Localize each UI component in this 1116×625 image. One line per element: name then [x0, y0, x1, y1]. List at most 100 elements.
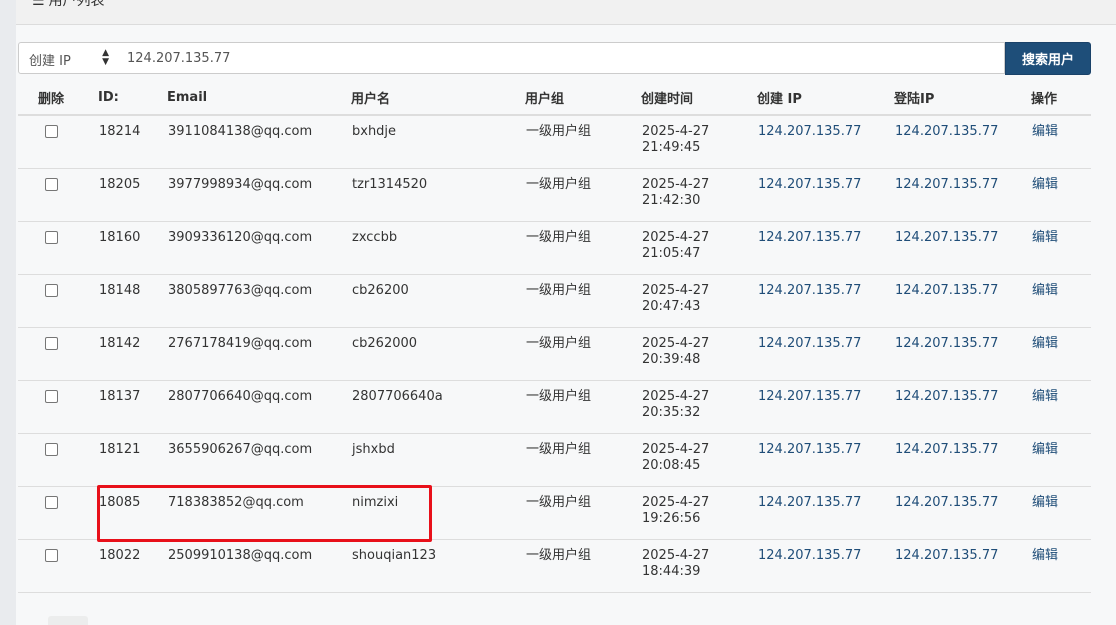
cell-group: 一级用户组: [525, 221, 641, 275]
edit-link[interactable]: 编辑: [1031, 433, 1091, 487]
cell-time: 18:44:39: [642, 563, 701, 579]
cell-date: 2025-4-27: [642, 335, 710, 351]
table-row: 18142 2767178419@qq.com cb262000 一级用户组 2…: [18, 327, 1091, 381]
pagination-stub[interactable]: [48, 616, 88, 625]
table-row: 18148 3805897763@qq.com cb26200 一级用户组 20…: [18, 274, 1091, 328]
edit-link[interactable]: 编辑: [1031, 274, 1091, 328]
table-row: 18160 3909336120@qq.com zxccbb 一级用户组 202…: [18, 221, 1091, 275]
row-delete-checkbox[interactable]: [45, 125, 58, 138]
cell-created-ip: 124.207.135.77: [757, 539, 894, 593]
table-header-row: 删除 ID: Email 用户名 用户组 创建时间 创建 IP 登陆IP 操作: [18, 80, 1091, 116]
cell-username: tzr1314520: [351, 168, 525, 222]
cell-username: shouqian123: [351, 539, 525, 593]
cell-created-ip: 124.207.135.77: [757, 486, 894, 540]
header-created-ip: 创建 IP: [757, 80, 894, 116]
cell-id: 18148: [98, 274, 167, 328]
cell-created-time: 2025-4-27 18:44:39: [641, 539, 757, 593]
cell-username: bxhdje: [351, 115, 525, 169]
cell-created-time: 2025-4-27 21:05:47: [641, 221, 757, 275]
cell-login-ip: 124.207.135.77: [894, 539, 1031, 593]
cell-id: 18121: [98, 433, 167, 487]
edit-link[interactable]: 编辑: [1031, 486, 1091, 540]
cell-email: 3911084138@qq.com: [167, 115, 351, 169]
table-row: 18022 2509910138@qq.com shouqian123 一级用户…: [18, 539, 1091, 593]
cell-date: 2025-4-27: [642, 282, 710, 298]
cell-username: 2807706640a: [351, 380, 525, 434]
edit-link[interactable]: 编辑: [1031, 115, 1091, 169]
cell-id: 18160: [98, 221, 167, 275]
cell-time: 21:49:45: [642, 140, 701, 155]
cell-login-ip: 124.207.135.77: [894, 433, 1031, 487]
panel-heading: ☰ 用户列表: [16, 0, 1116, 25]
cell-date: 2025-4-27: [642, 494, 710, 510]
cell-time: 20:08:45: [642, 457, 701, 473]
table-row: 18121 3655906267@qq.com jshxbd 一级用户组 202…: [18, 433, 1091, 487]
table-row: 18214 3911084138@qq.com bxhdje 一级用户组 202…: [18, 115, 1091, 169]
cell-id: 18142: [98, 327, 167, 381]
cell-username: jshxbd: [351, 433, 525, 487]
cell-created-time: 2025-4-27 20:39:48: [641, 327, 757, 381]
cell-username: cb26200: [351, 274, 525, 328]
cell-username: zxccbb: [351, 221, 525, 275]
cell-created-time: 2025-4-27 19:26:56: [641, 486, 757, 540]
cell-email: 718383852@qq.com: [167, 486, 351, 540]
row-delete-checkbox[interactable]: [45, 230, 58, 244]
cell-group: 一级用户组: [525, 274, 641, 328]
search-bar: 创建 IP ▲▼ 搜索用户: [18, 42, 1091, 76]
cell-group: 一级用户组: [525, 380, 641, 434]
edit-link[interactable]: 编辑: [1031, 221, 1091, 275]
cell-time: 21:05:47: [642, 245, 701, 261]
cell-time: 19:26:56: [642, 510, 701, 526]
cell-login-ip: 124.207.135.77: [894, 115, 1031, 169]
row-delete-checkbox[interactable]: [45, 389, 58, 403]
cell-login-ip: 124.207.135.77: [894, 274, 1031, 328]
row-delete-checkbox[interactable]: [45, 177, 58, 191]
cell-username: nimzixi: [351, 486, 525, 540]
cell-created-time: 2025-4-27 21:49:45: [641, 115, 757, 169]
cell-id: 18085: [98, 486, 167, 540]
cell-created-ip: 124.207.135.77: [757, 221, 894, 275]
table-row: 18137 2807706640@qq.com 2807706640a 一级用户…: [18, 380, 1091, 434]
row-delete-checkbox[interactable]: [45, 283, 58, 297]
cell-login-ip: 124.207.135.77: [894, 221, 1031, 275]
table-row: 18085 718383852@qq.com nimzixi 一级用户组 202…: [18, 486, 1091, 540]
list-icon: ☰: [32, 0, 45, 9]
header-email: Email: [167, 80, 351, 116]
header-username: 用户名: [351, 80, 525, 116]
cell-id: 18022: [98, 539, 167, 593]
row-delete-checkbox[interactable]: [45, 442, 58, 456]
cell-group: 一级用户组: [525, 115, 641, 169]
header-action: 操作: [1031, 80, 1091, 116]
search-field-selected: 创建 IP: [29, 54, 71, 69]
cell-login-ip: 124.207.135.77: [894, 327, 1031, 381]
header-id: ID:: [98, 80, 167, 116]
panel-title: 用户列表: [48, 0, 105, 9]
cell-email: 3977998934@qq.com: [167, 168, 351, 222]
edit-link[interactable]: 编辑: [1031, 327, 1091, 381]
cell-group: 一级用户组: [525, 433, 641, 487]
cell-created-time: 2025-4-27 21:42:30: [641, 168, 757, 222]
cell-id: 18214: [98, 115, 167, 169]
cell-username: cb262000: [351, 327, 525, 381]
row-delete-checkbox[interactable]: [45, 336, 58, 350]
cell-group: 一级用户组: [525, 327, 641, 381]
cell-email: 3909336120@qq.com: [167, 221, 351, 275]
cell-date: 2025-4-27: [642, 547, 710, 563]
search-field-select[interactable]: 创建 IP ▲ ▼: [18, 42, 118, 74]
cell-group: 一级用户组: [525, 539, 641, 593]
search-input[interactable]: [117, 42, 1005, 74]
edit-link[interactable]: 编辑: [1031, 539, 1091, 593]
cell-created-ip: 124.207.135.77: [757, 115, 894, 169]
select-updown-icon: ▲ ▼: [102, 48, 109, 67]
edit-link[interactable]: 编辑: [1031, 168, 1091, 222]
cell-time: 20:39:48: [642, 351, 701, 367]
cell-created-ip: 124.207.135.77: [757, 274, 894, 328]
edit-link[interactable]: 编辑: [1031, 380, 1091, 434]
cell-email: 2767178419@qq.com: [167, 327, 351, 381]
row-delete-checkbox[interactable]: [45, 495, 58, 509]
search-user-button[interactable]: 搜索用户: [1005, 42, 1091, 75]
cell-email: 3805897763@qq.com: [167, 274, 351, 328]
header-delete: 删除: [18, 80, 98, 116]
row-delete-checkbox[interactable]: [45, 548, 58, 562]
header-login-ip: 登陆IP: [894, 80, 1031, 116]
